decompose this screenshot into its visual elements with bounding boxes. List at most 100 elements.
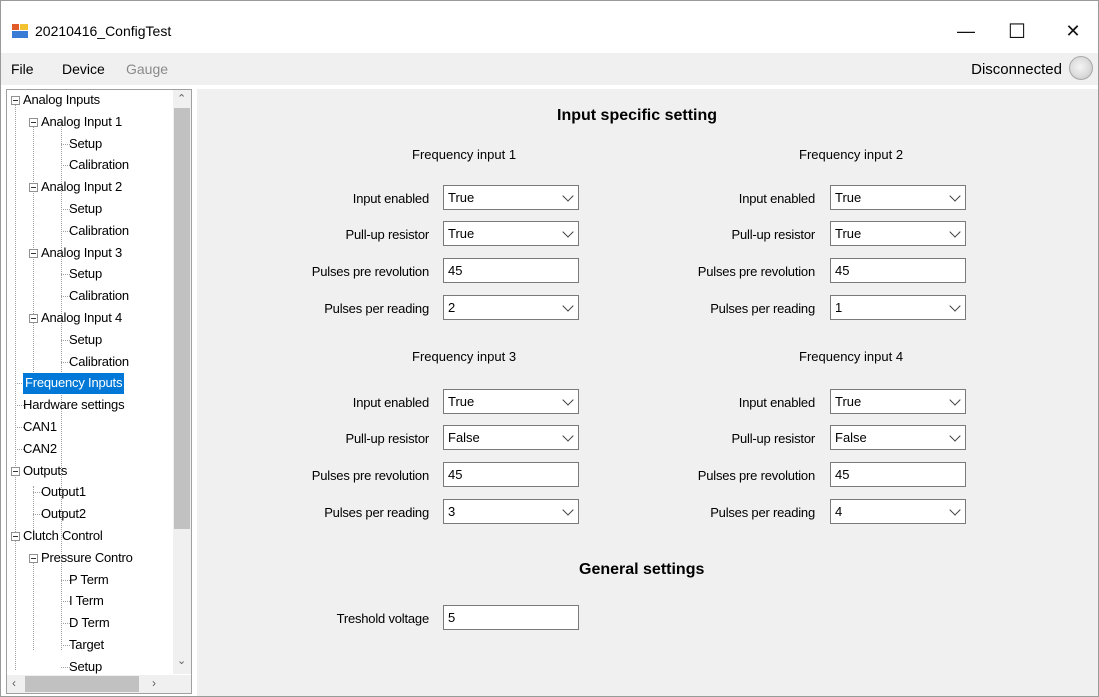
tree-node[interactable]: Calibration [69,155,129,176]
collapse-toggle-icon[interactable] [29,248,38,258]
scroll-left-icon[interactable]: ‹ [12,676,16,690]
pulses-rev-input[interactable]: 45 [830,258,966,283]
tree-vertical-scroll-thumb[interactable] [174,108,190,529]
tree-node[interactable]: Clutch Control [23,526,103,547]
pulses-read-dropdown[interactable]: 4 [830,499,966,524]
minimize-button[interactable]: — [943,11,989,51]
tree-node[interactable]: Outputs [23,461,67,482]
tree-node[interactable]: Setup [69,134,102,155]
scroll-up-icon[interactable]: ⌃ [177,92,186,105]
tree-node[interactable]: Analog Inputs [23,90,100,111]
tree-node[interactable]: Analog Input 4 [41,308,122,329]
close-button[interactable]: ✕ [1050,11,1096,51]
window-title: 20210416_ConfigTest [35,23,172,39]
pullup-label: Pull-up resistor [345,227,430,242]
collapse-toggle-icon[interactable] [29,183,38,193]
collapse-toggle-icon[interactable] [11,466,20,476]
field-value: True [448,394,475,409]
tree-node[interactable]: Calibration [69,352,129,373]
input-enabled-dropdown[interactable]: True [830,389,966,414]
tree-node[interactable]: Analog Input 3 [41,243,122,264]
input-enabled-dropdown[interactable]: True [443,389,579,414]
app-icon [12,24,28,38]
tree-node[interactable]: Hardware settings [23,395,125,416]
tree-node[interactable]: Frequency Inputs [23,373,125,395]
tree-node[interactable]: Target [69,635,104,656]
field-value: True [835,190,862,205]
pulses-read-dropdown[interactable]: 3 [443,499,579,524]
tree-node[interactable]: P Term [69,570,109,591]
pulses-rev-label: Pulses pre revolution [311,468,429,483]
field-value: False [448,430,480,445]
chevron-down-icon [562,300,574,312]
collapse-toggle-icon[interactable] [11,96,20,105]
pulses-read-dropdown[interactable]: 1 [830,295,966,320]
pulses-rev-label: Pulses pre revolution [697,468,815,483]
threshold-voltage-label: Treshold voltage [336,611,430,626]
collapse-toggle-icon[interactable] [29,117,38,127]
tree-vertical-scrollbar[interactable]: ⌃ ⌄ [173,90,191,674]
pulses-rev-input[interactable]: 45 [443,462,579,487]
scroll-down-icon[interactable]: ⌄ [177,654,186,667]
chevron-down-icon [949,504,961,516]
tree-horizontal-scroll-thumb[interactable] [25,676,139,692]
chevron-down-icon [949,430,961,442]
collapse-toggle-icon[interactable] [11,532,20,541]
tree-node[interactable]: Analog Input 2 [41,177,122,198]
field-value: 4 [835,504,843,519]
pulses-rev-input[interactable]: 45 [443,258,579,283]
pullup-dropdown[interactable]: True [830,221,966,246]
field-value: True [835,394,862,409]
field-value: 1 [835,300,843,315]
field-value: True [835,226,862,241]
tree-node[interactable]: Setup [69,199,102,220]
navigation-tree[interactable]: ⌃ ⌄ ‹ › Analog Inputs Analog Input 1 Setup… [6,89,192,694]
field-value: 45 [448,467,463,482]
tree-node[interactable]: Setup [69,330,102,351]
menu-gauge[interactable]: Gauge [126,61,168,77]
collapse-toggle-icon[interactable] [29,314,38,323]
tree-node[interactable]: Analog Input 1 [41,112,122,133]
tree-node[interactable]: Output2 [41,504,86,525]
pullup-dropdown[interactable]: False [830,425,966,450]
input-enabled-dropdown[interactable]: True [443,185,579,210]
tree-node[interactable]: I Term [69,591,104,612]
maximize-button[interactable]: ☐ [994,11,1040,51]
pulses-read-label: Pulses per reading [710,301,815,316]
tree-node[interactable]: Setup [69,264,102,285]
pulses-rev-label: Pulses pre revolution [311,264,429,279]
general-settings-heading: General settings [579,561,705,578]
tree-node[interactable]: Calibration [69,286,129,307]
chevron-down-icon [562,430,574,442]
panel-heading: Input specific setting [557,107,718,124]
pulses-read-label: Pulses per reading [710,505,815,520]
tree-node[interactable]: Output1 [41,482,86,503]
title-bar: 20210416_ConfigTest — ☐ ✕ [1,1,1098,51]
collapse-toggle-icon[interactable] [29,553,38,563]
tree-node[interactable]: CAN1 [23,417,57,438]
settings-panel: Input specific setting General settings … [197,89,1098,696]
scroll-right-icon[interactable]: › [152,676,156,690]
pullup-dropdown[interactable]: False [443,425,579,450]
menu-file[interactable]: File [11,61,34,77]
pulses-read-dropdown[interactable]: 2 [443,295,579,320]
chevron-down-icon [562,190,574,202]
pulses-rev-input[interactable]: 45 [830,462,966,487]
connection-status: Disconnected [971,61,1062,78]
input-enabled-label: Input enabled [738,395,815,410]
chevron-down-icon [949,226,961,238]
tree-node[interactable]: Calibration [69,221,129,242]
chevron-down-icon [949,300,961,312]
threshold-voltage-input[interactable]: 5 [443,605,579,630]
menu-device[interactable]: Device [62,61,105,77]
field-value: 3 [448,504,456,519]
tree-node[interactable]: CAN2 [23,439,57,460]
scrollbar-corner [173,675,191,693]
chevron-down-icon [949,394,961,406]
tree-node[interactable]: D Term [69,613,110,634]
input-enabled-dropdown[interactable]: True [830,185,966,210]
menu-bar: File Device Gauge Disconnected [1,53,1098,85]
tree-node[interactable]: Setup [69,657,102,678]
tree-node[interactable]: Pressure Contro [41,548,133,569]
pullup-dropdown[interactable]: True [443,221,579,246]
